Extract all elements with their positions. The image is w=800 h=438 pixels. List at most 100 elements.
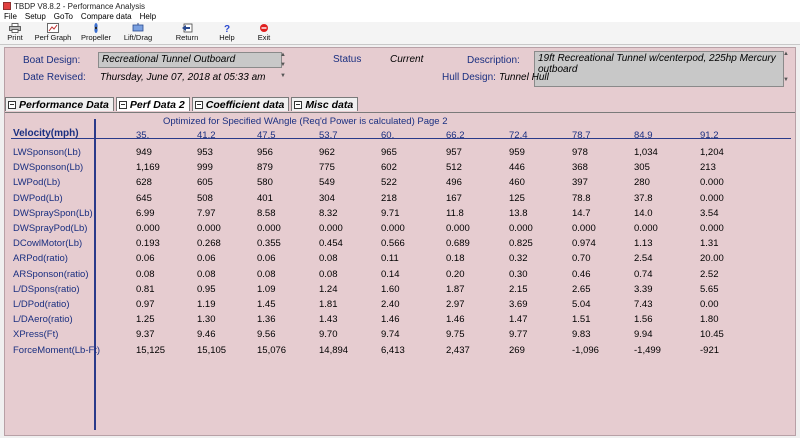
menu-compare-data[interactable]: Compare data — [77, 12, 136, 22]
table-cell: 9.83 — [572, 329, 591, 341]
table-cell: 11.8 — [446, 207, 464, 219]
table-cell: 1.31 — [700, 238, 719, 250]
table-cell: 1,169 — [136, 162, 160, 174]
tab-performance-data[interactable]: Performance Data — [5, 97, 114, 111]
svg-text:?: ? — [224, 24, 230, 33]
table-cell: 0.30 — [509, 268, 528, 280]
table-cell: 0.000 — [634, 223, 658, 234]
row-label: L/DPod(ratio) — [13, 299, 70, 310]
help-button[interactable]: ? Help — [212, 22, 242, 44]
return-button[interactable]: Return — [170, 22, 204, 44]
menu-help[interactable]: Help — [136, 12, 160, 22]
table-cell: 1.13 — [634, 238, 653, 250]
table-cell: 3.69 — [509, 299, 528, 310]
row-label: DWSponson(Lb) — [13, 162, 84, 174]
table-cell: 9.56 — [257, 329, 276, 341]
date-scroll-icon[interactable]: ▼ — [279, 73, 287, 80]
table-cell: 1.47 — [509, 314, 528, 326]
row-label: ARSponson(ratio) — [13, 268, 89, 280]
table-cell: 0.46 — [572, 268, 591, 280]
table-cell: 9.46 — [197, 329, 216, 341]
table-cell: 15,105 — [197, 344, 227, 356]
table-cell: 775 — [319, 162, 335, 174]
table-cell: 1.60 — [381, 283, 400, 295]
date-revised-label: Date Revised: — [23, 72, 86, 83]
status-label: Status — [333, 54, 362, 65]
perf-graph-button[interactable]: Perf Graph — [30, 22, 76, 44]
tab-icon — [294, 100, 303, 109]
table-cell: 446 — [509, 162, 525, 174]
table-cell: 522 — [381, 177, 397, 189]
tab-misc-data[interactable]: Misc data — [291, 97, 359, 111]
exit-icon — [258, 23, 270, 33]
propeller-button[interactable]: Propeller — [76, 22, 116, 44]
boat-design-field[interactable]: Recreational Tunnel Outboard — [98, 52, 282, 68]
table-cell: 9.77 — [509, 329, 528, 341]
table-cell: 13.8 — [509, 207, 528, 219]
table-cell: 0.11 — [381, 253, 399, 265]
boat-design-scroll-up-icon[interactable]: ▲ — [279, 52, 287, 59]
menu-goto[interactable]: GoTo — [50, 12, 77, 22]
table-cell: 0.974 — [572, 238, 596, 250]
table-cell: 965 — [381, 147, 397, 158]
table-cell: 949 — [136, 147, 152, 158]
tab-icon — [194, 100, 203, 109]
table-cell: 1.45 — [257, 299, 276, 310]
table-cell: 953 — [197, 147, 213, 158]
performance-panel: Boat Design: Recreational Tunnel Outboar… — [4, 47, 796, 436]
boat-design-scroll-down-icon[interactable]: ▼ — [279, 62, 287, 69]
app-icon — [3, 2, 11, 10]
velocity-value: 60. — [381, 130, 395, 141]
menu-file[interactable]: File — [0, 12, 21, 22]
table-cell: 7.97 — [197, 207, 216, 219]
tab-coefficient-data[interactable]: Coefficient data — [191, 97, 290, 111]
graph-icon — [47, 23, 59, 33]
row-label: L/DAero(ratio) — [13, 314, 73, 326]
tab-perf-data-2[interactable]: Perf Data 2 — [115, 97, 190, 111]
table-cell: 0.81 — [136, 283, 155, 295]
table-cell: 8.32 — [319, 207, 338, 219]
table-cell: 0.32 — [509, 253, 528, 265]
header-divider — [11, 138, 791, 139]
description-field[interactable]: 19ft Recreational Tunnel w/centerpod, 22… — [534, 51, 784, 87]
printer-icon — [9, 23, 21, 33]
table-cell: 0.000 — [257, 223, 281, 234]
lift-drag-button[interactable]: Lift/Drag — [116, 22, 160, 44]
menu-bar: File Setup GoTo Compare data Help — [0, 12, 800, 22]
table-cell: 0.000 — [197, 223, 221, 234]
description-scroll-down-icon[interactable]: ▼ — [782, 77, 790, 84]
table-cell: 508 — [197, 192, 213, 204]
table-cell: 397 — [572, 177, 588, 189]
velocity-value: 72.4 — [509, 130, 528, 141]
table-cell: 0.08 — [319, 253, 338, 265]
menu-setup[interactable]: Setup — [21, 12, 50, 22]
table-cell: 0.000 — [381, 223, 405, 234]
table-caption: Optimized for Specified WAngle (Req'd Po… — [163, 116, 448, 127]
table-cell: 602 — [381, 162, 397, 174]
description-scroll-up-icon[interactable]: ▲ — [782, 51, 790, 58]
table-cell: 978 — [572, 147, 588, 158]
table-cell: 0.000 — [700, 192, 724, 204]
table-cell: 15,125 — [136, 344, 166, 356]
table-cell: 20.00 — [700, 253, 724, 265]
print-button[interactable]: Print — [0, 22, 30, 44]
row-label: DWSprayPod(Lb) — [13, 223, 88, 234]
table-cell: 14.7 — [572, 207, 591, 219]
table-cell: 1.24 — [319, 283, 338, 295]
table-cell: 0.268 — [197, 238, 221, 250]
table-cell: 213 — [700, 162, 716, 174]
table-cell: 9.74 — [381, 329, 400, 341]
table-cell: 0.689 — [446, 238, 470, 250]
table-cell: 1.25 — [136, 314, 155, 326]
table-cell: 9.37 — [136, 329, 155, 341]
table-cell: 5.65 — [700, 283, 719, 295]
exit-button[interactable]: Exit — [250, 22, 278, 44]
return-icon — [181, 23, 193, 33]
table-cell: 0.000 — [446, 223, 470, 234]
table-cell: 0.000 — [319, 223, 343, 234]
velocity-value: 47.5 — [257, 130, 276, 141]
table-cell: 2.65 — [572, 283, 591, 295]
row-label: LWPod(Lb) — [13, 177, 61, 189]
velocity-value: 35. — [136, 130, 150, 141]
table-cell: 0.20 — [446, 268, 465, 280]
